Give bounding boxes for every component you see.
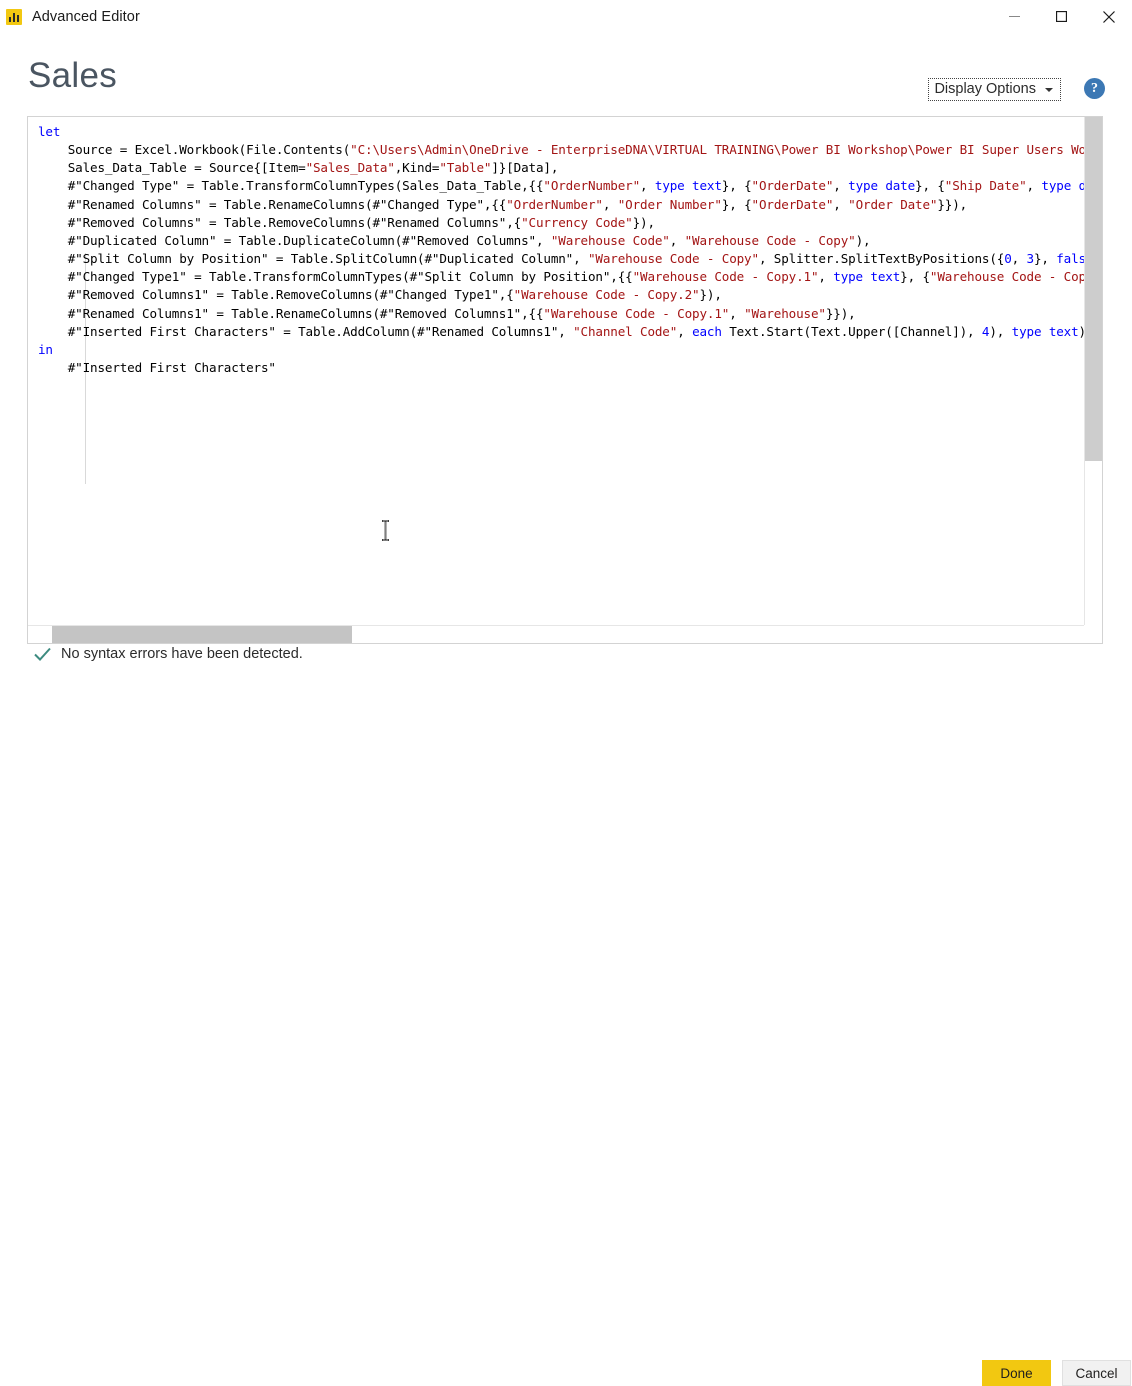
vertical-scrollbar-thumb[interactable] [1085,117,1102,461]
code-line: let [38,124,61,139]
display-options-dropdown[interactable]: Display Options [928,78,1061,101]
vertical-scrollbar[interactable] [1084,117,1102,626]
code-line: #"Renamed Columns1" = Table.RenameColumn… [38,305,856,321]
minimize-button[interactable] [991,0,1038,33]
close-icon [1102,10,1115,23]
maximize-icon [1056,11,1067,22]
window-controls [991,0,1132,33]
code-line: #"Inserted First Characters" = Table.Add… [38,323,1085,339]
scrollbar-corner [1084,625,1102,643]
display-options-label: Display Options [934,81,1036,97]
code-line: #"Inserted First Characters" [38,360,276,376]
horizontal-scrollbar-thumb[interactable] [52,626,352,643]
title-bar: Advanced Editor [0,0,1132,33]
code-line: #"Duplicated Column" = Table.DuplicateCo… [38,232,871,248]
code-line: in [38,341,53,357]
done-button[interactable]: Done [982,1360,1051,1386]
footer: Done Cancel [0,672,1132,1386]
syntax-status: No syntax errors have been detected. [34,646,303,662]
m-query-code[interactable]: let Source = Excel.Workbook(File.Content… [38,123,1085,377]
code-editor[interactable]: let Source = Excel.Workbook(File.Content… [27,116,1103,644]
cancel-button[interactable]: Cancel [1062,1360,1131,1386]
maximize-button[interactable] [1038,0,1085,33]
code-line: #"Changed Type" = Table.TransformColumnT… [38,178,1085,194]
window-title: Advanced Editor [32,8,140,25]
chevron-down-icon [1045,88,1053,92]
text-cursor-icon [382,520,389,541]
code-viewport[interactable]: let Source = Excel.Workbook(File.Content… [28,117,1085,626]
code-line: #"Removed Columns" = Table.RemoveColumns… [38,214,655,230]
checkmark-icon [34,647,51,661]
code-line: #"Changed Type1" = Table.TransformColumn… [38,269,1085,285]
syntax-status-text: No syntax errors have been detected. [61,646,303,662]
horizontal-scrollbar[interactable] [28,625,1085,643]
code-line: Source = Excel.Workbook(File.Contents("C… [38,142,1085,158]
close-button[interactable] [1085,0,1132,33]
code-line: #"Renamed Columns" = Table.RenameColumns… [38,196,968,212]
help-icon[interactable]: ? [1084,78,1105,99]
minimize-icon [1009,16,1020,17]
code-line: Sales_Data_Table = Source{[Item="Sales_D… [38,160,559,176]
code-line: #"Removed Columns1" = Table.RemoveColumn… [38,287,722,303]
page-title: Sales [28,56,118,95]
power-bi-bars-icon [6,8,22,25]
code-line: #"Split Column by Position" = Table.Spli… [38,251,1085,267]
